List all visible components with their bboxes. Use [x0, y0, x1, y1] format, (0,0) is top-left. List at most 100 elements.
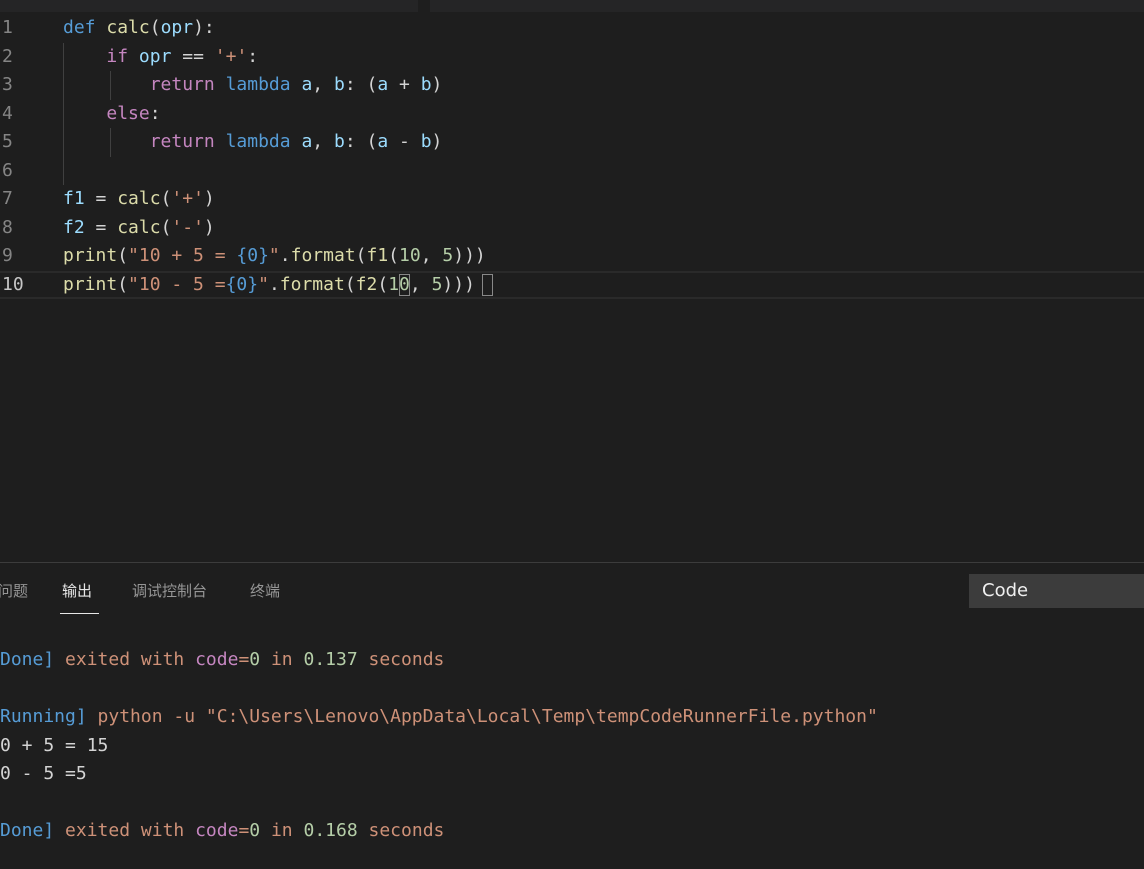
code-text: if opr == '+': [63, 43, 258, 71]
code-token: else [106, 102, 150, 124]
code-token: "10 - 5 = [128, 273, 226, 295]
output-token: seconds [357, 649, 445, 670]
output-token: in [260, 820, 304, 841]
code-token: print [63, 273, 118, 295]
line-number: 10 [2, 273, 24, 295]
code-token: format [290, 245, 356, 266]
code-line[interactable]: 8 f2 = calc('-') [0, 214, 1144, 242]
tab-problems[interactable]: 问题 [0, 580, 28, 601]
code-token: = [84, 216, 118, 238]
line-number: 2 [2, 45, 13, 67]
output-token: 0 + 5 = 15 [0, 734, 109, 756]
code-token: f2 [63, 216, 85, 238]
output-line: Done] exited with code=0 in 0.168 second… [0, 817, 444, 845]
code-token: = [84, 188, 118, 209]
code-token: : ( [344, 131, 378, 152]
code-token: a [301, 131, 313, 152]
code-line[interactable]: 7 f1 = calc('+') [0, 185, 1144, 213]
code-line[interactable]: 6 [0, 157, 1144, 185]
line-number: 7 [2, 188, 13, 209]
editor-tab-bar [0, 0, 1144, 12]
tab-output[interactable]: 输出 [62, 580, 92, 601]
code-token: return [149, 131, 215, 152]
code-token: : [149, 102, 161, 124]
code-token: if [106, 45, 129, 67]
code-line[interactable]: 9 print("10 + 5 = {0}".format(f1(10, 5))) [0, 242, 1144, 270]
code-token: , [420, 245, 443, 266]
code-text: return lambda a, b: (a - b) [63, 128, 443, 156]
code-token: f1 [366, 245, 389, 266]
code-text: def calc(opr): [63, 14, 215, 42]
line-number: 5 [2, 131, 13, 152]
code-token: ( [117, 245, 129, 266]
code-token: ): [193, 17, 215, 38]
output-token: 0 [249, 649, 261, 670]
line-number: 1 [2, 17, 13, 38]
code-token: b [420, 74, 432, 95]
code-line[interactable]: 3 return lambda a, b: (a + b) [0, 71, 1144, 99]
code-text: f2 = calc('-') [63, 214, 215, 242]
indent-guide [110, 71, 111, 100]
code-token: 10 [399, 245, 421, 266]
code-token: ) [203, 216, 215, 238]
code-token: - [388, 131, 421, 152]
code-line[interactable]: 2 if opr == '+': [0, 43, 1144, 71]
code-token: return [149, 74, 215, 95]
code-token: opr [160, 17, 194, 38]
output-line: Running] python -u "C:\Users\Lenovo\AppD… [0, 703, 878, 731]
tab-bar-segment [0, 0, 418, 12]
code-token: calc [106, 17, 150, 38]
code-token: == [171, 45, 215, 67]
code-token: def [63, 17, 96, 38]
code-token: ( [160, 216, 172, 238]
code-token: '+' [214, 45, 248, 67]
code-token: print [63, 245, 118, 266]
output-channel-select[interactable]: Code [969, 574, 1144, 608]
output-token: Done] [0, 649, 55, 670]
code-token: a [301, 74, 313, 95]
code-text: print("10 + 5 = {0}".format(f1(10, 5))) [63, 242, 486, 270]
code-token: b [420, 131, 432, 152]
code-token: ))) [453, 245, 486, 266]
output-token: code [195, 649, 239, 670]
output-token: Done] [0, 820, 55, 841]
code-line[interactable]: 1 def calc(opr): [0, 14, 1144, 42]
code-token: + [388, 74, 421, 95]
code-token: a [377, 131, 389, 152]
tab-debug-console[interactable]: 调试控制台 [132, 580, 207, 601]
code-editor[interactable]: 1 def calc(opr): 2 if opr == '+': 3 return … [0, 12, 1144, 562]
output-token: with [140, 820, 196, 841]
tab-terminal[interactable]: 终端 [250, 580, 280, 601]
bracket-match-highlight [399, 273, 410, 296]
code-token: : ( [344, 74, 378, 95]
panel-tabs: 问题 输出 调试控制台 终端 Code [0, 563, 1144, 617]
code-text: return lambda a, b: (a + b) [63, 71, 443, 99]
code-token: opr [138, 45, 172, 67]
code-token: ( [344, 273, 356, 295]
output-token: exited [54, 649, 141, 670]
line-number: 9 [2, 245, 13, 266]
code-line[interactable]: 10 print("10 - 5 ={0}".format(f2(10, 5))) [0, 270, 1144, 299]
code-token: a [377, 74, 389, 95]
code-token: 5 [431, 273, 443, 295]
code-token: '-' [171, 216, 204, 238]
code-token: '+' [171, 188, 204, 209]
active-tab-indicator [60, 613, 99, 614]
code-token: ) [203, 188, 215, 209]
bottom-panel: 问题 输出 调试控制台 终端 Code Done] exited with co… [0, 562, 1144, 869]
code-line[interactable]: 4 else: [0, 100, 1144, 128]
line-number: 4 [2, 102, 13, 124]
code-line[interactable]: 5 return lambda a, b: (a - b) [0, 128, 1144, 156]
output-line: Done] exited with code=0 in 0.137 second… [0, 646, 444, 674]
indent-guide [63, 42, 64, 185]
output-token: 0 [249, 820, 261, 841]
code-token: b [333, 74, 345, 95]
